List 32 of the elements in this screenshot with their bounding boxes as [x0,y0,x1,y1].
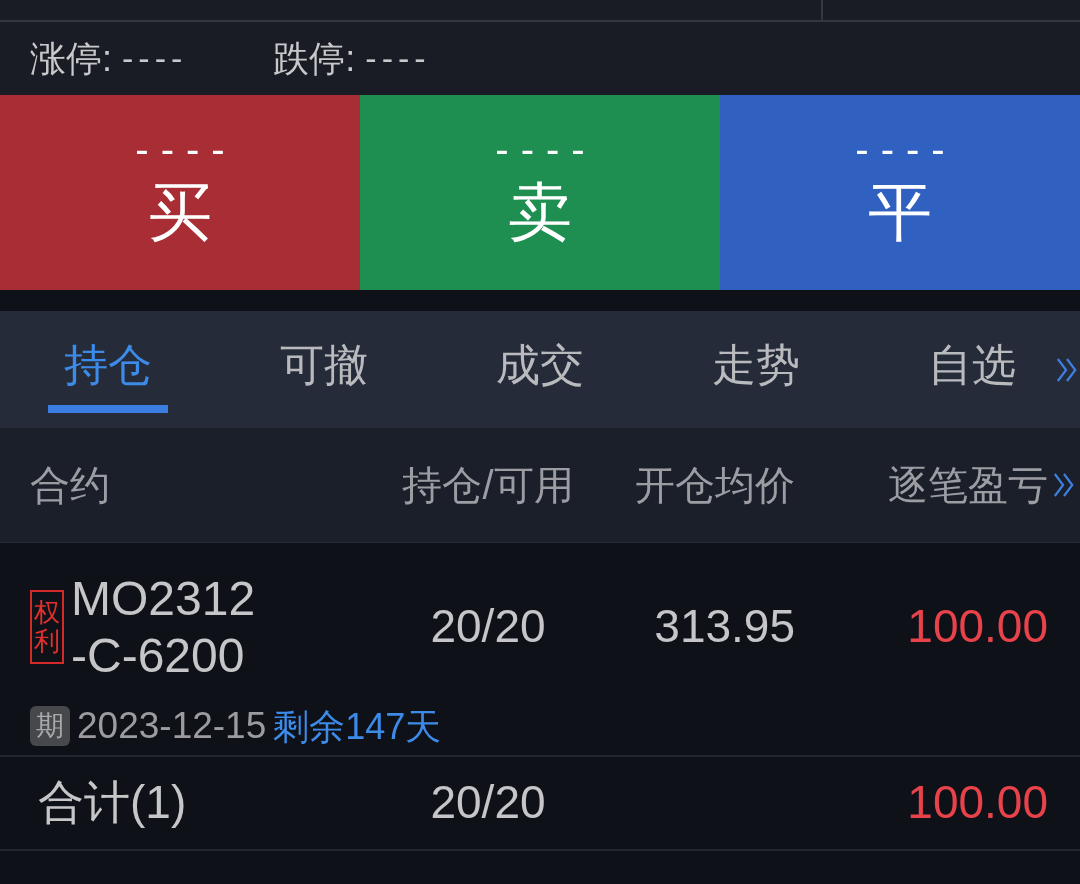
total-position: 20/20 [430,775,546,831]
expiry-tag: 期 [30,706,70,747]
tab[interactable]: 走势 [648,311,864,428]
days-remaining: 剩余147天 [273,704,442,748]
price-value: ---- [495,129,597,169]
tab[interactable]: 自选 [864,311,1080,428]
average-open-price: 313.95 [654,599,795,655]
profit-loss: 100.00 [907,599,1048,655]
total-label: 合计(1) [37,775,187,831]
option-type-tag: 权利 [30,590,64,664]
limit-value: ---- [122,38,188,79]
price-value: ---- [135,129,237,169]
column-header[interactable]: 逐笔盈亏 [888,461,1048,509]
buy-button[interactable]: ---- 买 [0,95,360,290]
column-header[interactable]: 开仓均价 [635,461,795,509]
limit-label: 涨停: [30,36,112,81]
double-chevron-icon[interactable] [1056,357,1078,383]
limit-value: ---- [365,38,431,79]
sell-button[interactable]: ---- 卖 [360,95,720,290]
total-profit-loss: 100.00 [907,775,1048,831]
position-quantity: 20/20 [430,599,546,655]
close-position-button[interactable]: ---- 平 [720,95,1080,290]
tab[interactable]: 成交 [432,311,648,428]
price-value: ---- [855,129,957,169]
tab[interactable]: 可撤 [216,311,432,428]
column-header[interactable]: 合约 [30,461,110,509]
contract-name: MO2312-C-6200 [71,571,257,684]
tab[interactable]: 持仓 [0,311,216,428]
expiry-date: 2023-12-15 [77,704,267,748]
double-chevron-icon[interactable] [1053,472,1075,498]
column-header[interactable]: 持仓/可用 [402,461,574,509]
limit-label: 跌停: [273,36,356,81]
